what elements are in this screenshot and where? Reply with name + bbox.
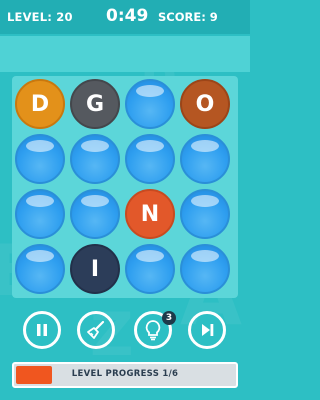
game-board: DG O NI	[12, 76, 238, 298]
letter-tile[interactable]: O	[180, 79, 230, 129]
progress-label: LEVEL PROGRESS 1/6	[71, 369, 179, 379]
pause-icon	[37, 324, 47, 336]
top-bar: LEVEL: 20 0:49 SCORE: 9	[0, 0, 250, 34]
sweep-button[interactable]	[77, 311, 115, 349]
bubble[interactable]	[180, 134, 230, 184]
bubble[interactable]	[125, 79, 175, 129]
bubble[interactable]	[70, 189, 120, 239]
bubble[interactable]	[180, 189, 230, 239]
letter-tile[interactable]: I	[70, 244, 120, 294]
bubble[interactable]	[125, 244, 175, 294]
skip-icon	[202, 324, 214, 336]
bubble[interactable]	[180, 244, 230, 294]
level-progress-bar: LEVEL PROGRESS 1/6	[12, 362, 238, 388]
pause-button[interactable]	[23, 311, 61, 349]
hint-count-badge: 3	[162, 311, 176, 325]
bubble[interactable]	[125, 134, 175, 184]
bubble[interactable]	[15, 244, 65, 294]
word-banner	[0, 36, 250, 72]
skip-button[interactable]	[188, 311, 226, 349]
bubble[interactable]	[70, 134, 120, 184]
level-label: LEVEL: 20	[7, 10, 73, 24]
letter-tile[interactable]: D	[15, 79, 65, 129]
lightbulb-icon	[145, 320, 161, 341]
bubble[interactable]	[15, 134, 65, 184]
timer: 0:49	[106, 6, 149, 26]
score-label: SCORE: 9	[158, 10, 218, 24]
bubble[interactable]	[15, 189, 65, 239]
letter-tile[interactable]: N	[125, 189, 175, 239]
letter-tile[interactable]: G	[70, 79, 120, 129]
broom-icon	[87, 320, 105, 339]
